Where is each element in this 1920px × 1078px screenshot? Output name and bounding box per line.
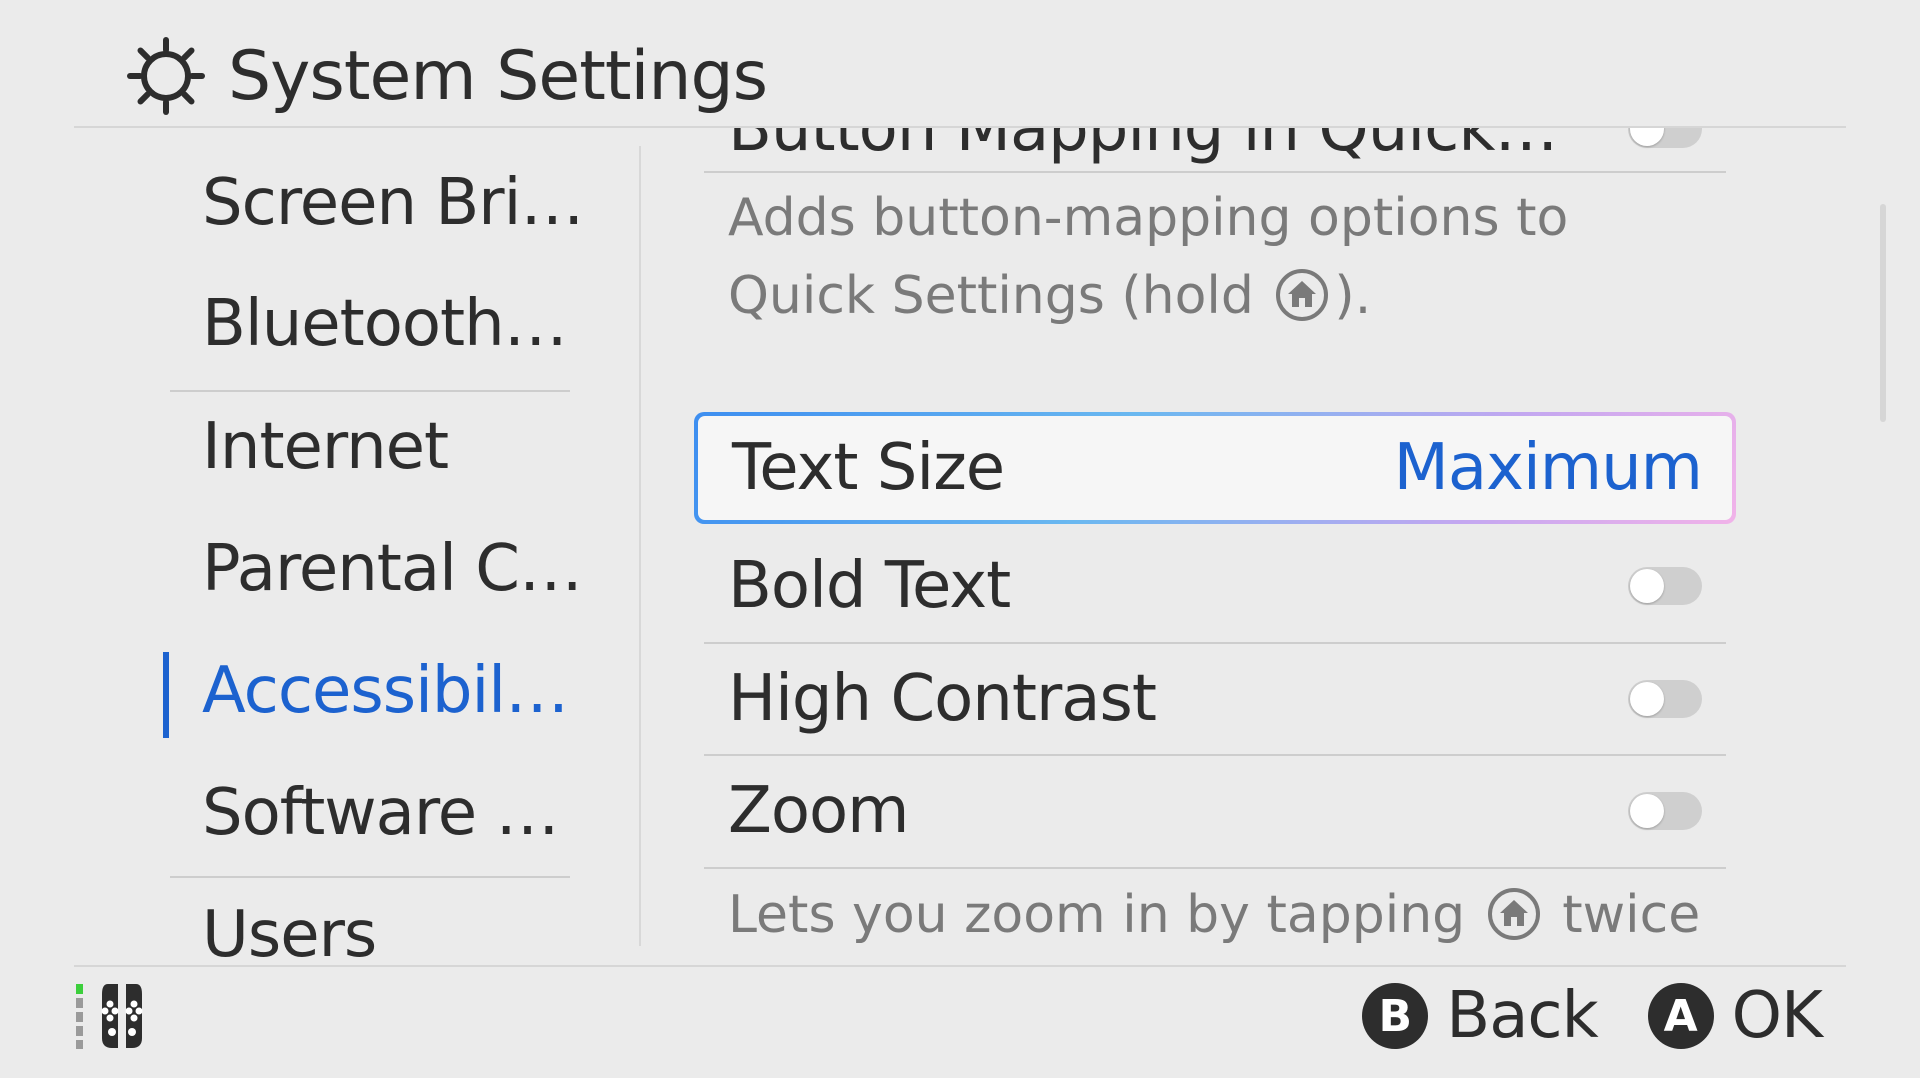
system-settings-screen: System Settings Screen Bri… Bluetooth… I… <box>0 0 1920 1078</box>
joy-con-controller-icon <box>76 984 143 1049</box>
row-divider <box>704 171 1726 173</box>
ok-label: OK <box>1731 979 1823 1053</box>
sidebar: Screen Bri… Bluetooth… Internet Parental… <box>0 128 640 964</box>
button-mapping-desc-line2: Quick Settings (hold ). <box>728 257 1568 335</box>
header: System Settings <box>126 36 768 116</box>
zoom-toggle[interactable] <box>1628 792 1702 830</box>
sidebar-divider-line <box>170 876 570 878</box>
bold-text-toggle[interactable] <box>1628 567 1702 605</box>
desc-text: ). <box>1334 266 1372 326</box>
bold-text-label: Bold Text <box>728 549 1011 623</box>
toggle-knob <box>1630 682 1664 716</box>
button-mapping-row[interactable]: Button Mapping in Quick… <box>704 128 1726 184</box>
back-label: Back <box>1446 979 1598 1053</box>
bold-text-row[interactable]: Bold Text <box>704 531 1726 641</box>
sidebar-item-screen-brightness[interactable]: Screen Bri… <box>202 153 584 253</box>
high-contrast-row[interactable]: High Contrast <box>704 644 1726 754</box>
sidebar-item-accessibility[interactable]: Accessibil… <box>202 641 569 741</box>
zoom-description: Lets you zoom in by tapping twice <box>728 876 1700 954</box>
footer-divider <box>74 965 1846 967</box>
sidebar-content-divider <box>639 146 641 946</box>
desc-text: Lets you zoom in by tapping <box>728 885 1482 945</box>
desc-text: twice <box>1545 885 1701 945</box>
sidebar-item-users[interactable]: Users <box>202 885 377 964</box>
row-divider <box>704 867 1726 869</box>
desc-text: Quick Settings (hold <box>728 266 1271 326</box>
high-contrast-label: High Contrast <box>728 662 1157 736</box>
button-mapping-desc-line1: Adds button-mapping options to <box>728 188 1569 248</box>
sidebar-selection-indicator <box>163 652 169 738</box>
text-size-label: Text Size <box>732 431 1005 505</box>
text-size-row-inner: Text Size Maximum <box>698 416 1732 520</box>
page-title: System Settings <box>228 36 768 116</box>
back-button[interactable]: B Back <box>1362 979 1599 1053</box>
toggle-knob <box>1630 128 1664 146</box>
home-button-icon <box>1276 269 1329 321</box>
b-button-icon: B <box>1362 983 1429 1049</box>
sidebar-item-parental-controls[interactable]: Parental C… <box>202 519 583 619</box>
sidebar-divider-line <box>170 390 570 392</box>
button-mapping-toggle[interactable] <box>1628 128 1702 148</box>
toggle-knob <box>1630 794 1664 828</box>
button-mapping-description: Adds button-mapping options to Quick Set… <box>728 179 1568 335</box>
a-button-icon: A <box>1647 983 1714 1049</box>
gear-icon <box>127 37 205 115</box>
sidebar-item-bluetooth[interactable]: Bluetooth… <box>202 274 568 374</box>
settings-content: Button Mapping in Quick… Adds button-map… <box>642 128 1862 964</box>
zoom-row[interactable]: Zoom <box>704 756 1726 866</box>
toggle-knob <box>1630 569 1664 603</box>
sidebar-item-software[interactable]: Software … <box>202 763 559 863</box>
text-size-row[interactable]: Text Size Maximum <box>694 412 1736 524</box>
scrollbar[interactable] <box>1880 204 1886 422</box>
sidebar-item-internet[interactable]: Internet <box>202 397 449 497</box>
ok-button[interactable]: A OK <box>1647 979 1823 1053</box>
high-contrast-toggle[interactable] <box>1628 680 1702 718</box>
zoom-label: Zoom <box>728 774 909 848</box>
home-button-icon <box>1487 888 1540 940</box>
button-mapping-label: Button Mapping in Quick… <box>728 128 1558 166</box>
text-size-value: Maximum <box>1393 431 1703 505</box>
footer-buttons: B Back A OK <box>1312 978 1823 1054</box>
